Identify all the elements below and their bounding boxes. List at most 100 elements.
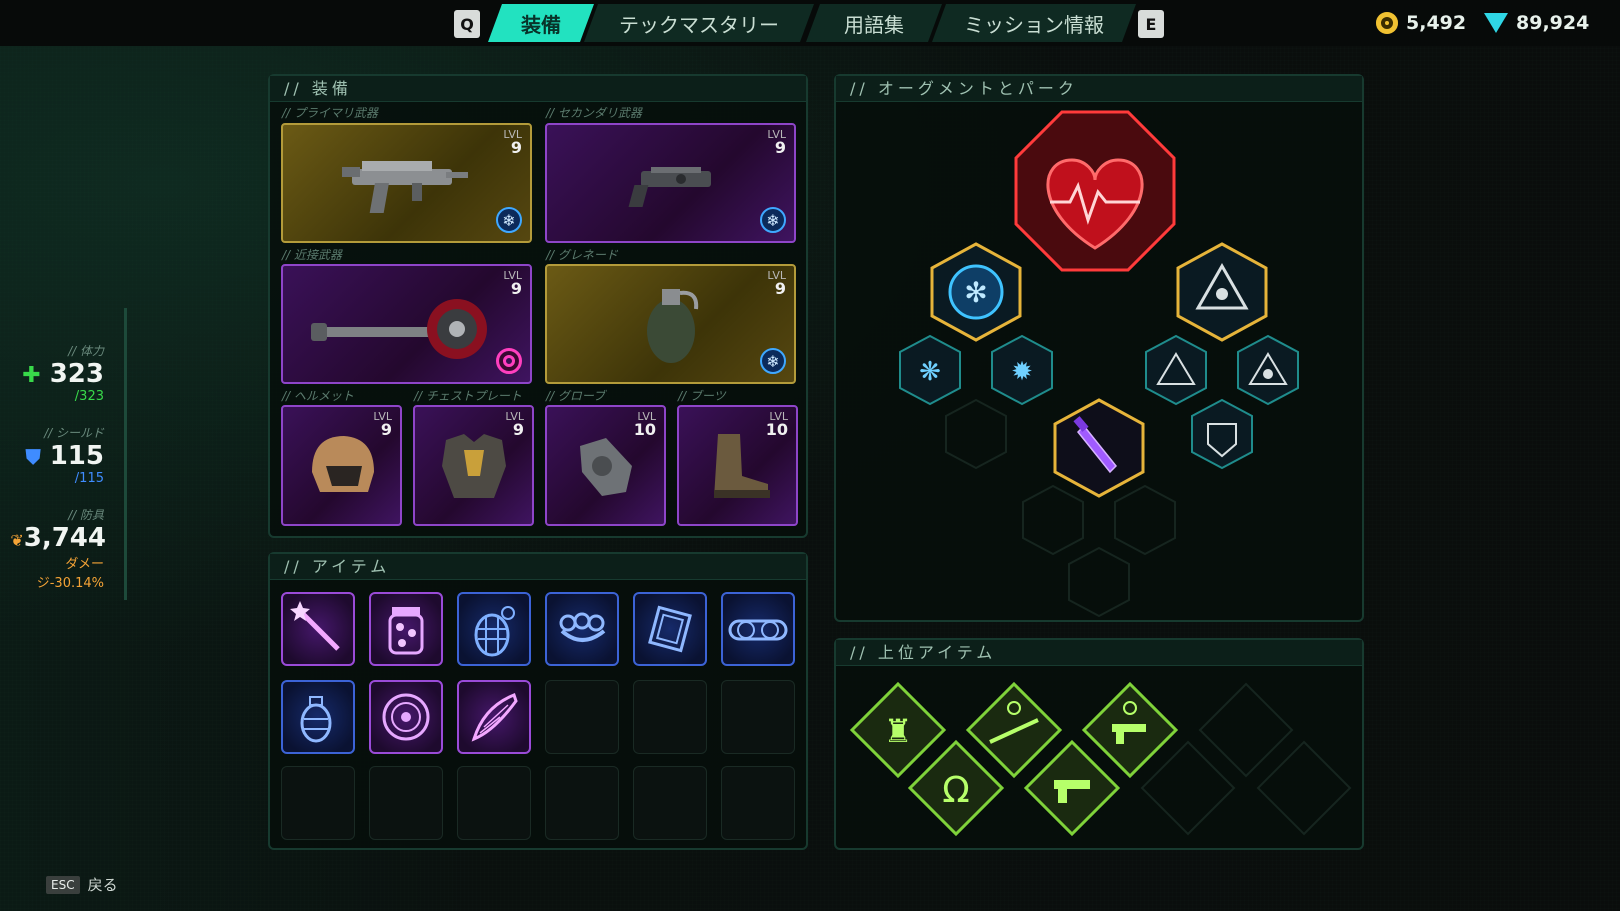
tab-mission-info[interactable]: ミッション情報 — [932, 4, 1136, 42]
tri-blade-icon[interactable] — [1176, 242, 1268, 342]
robot-icon[interactable]: ♜ — [849, 681, 947, 779]
augment-tree: ✻ ❋ ✹ — [899, 110, 1299, 618]
boots-label: // ブーツ — [678, 389, 726, 403]
item-slot-empty[interactable] — [633, 680, 707, 754]
empty-augment-slot[interactable] — [1114, 484, 1176, 556]
skull-tri-icon[interactable] — [1237, 334, 1299, 406]
shield-max: /115 — [74, 471, 104, 486]
player-stats: // 体力 ✚ 323 /323 // シールド ⛊ 115 /115 // 防… — [0, 310, 130, 591]
melee-weapon-label: // 近接武器 — [282, 248, 342, 262]
gem-currency: 89,924 — [1484, 12, 1589, 34]
rifle-keychain-icon[interactable] — [965, 681, 1063, 779]
item-slot-empty[interactable] — [633, 766, 707, 840]
item-grenade[interactable] — [281, 680, 355, 754]
empty-top-item-slot[interactable] — [1198, 682, 1294, 778]
helmet-slot[interactable]: LVL 9 — [281, 405, 402, 526]
helmet-label: // ヘルメット — [282, 389, 354, 403]
health-label: // 体力 — [68, 344, 104, 358]
pistol-keychain-icon[interactable] — [1081, 681, 1179, 779]
grenade-slot[interactable]: LVL 9 ❄ — [545, 264, 796, 384]
brass-knuckles-icon — [559, 612, 606, 642]
tab-tech-mastery[interactable]: テックマスタリー — [584, 4, 814, 42]
grenade-level: LVL 9 — [767, 269, 786, 298]
back-hint[interactable]: ESC 戻る — [46, 874, 118, 895]
augments-title: // オーグメントとパーク — [836, 76, 1362, 102]
item-slot-empty[interactable] — [369, 766, 443, 840]
empty-top-item-slot[interactable] — [1140, 740, 1236, 836]
secondary-weapon-level: LVL 9 — [767, 128, 786, 157]
grenade-icon — [300, 696, 332, 743]
omega-icon[interactable]: Ω — [907, 739, 1005, 837]
catch-net-icon — [471, 693, 518, 742]
esc-key[interactable]: ESC — [46, 875, 80, 894]
svg-text:✻: ✻ — [964, 276, 987, 309]
net-grenade-icon — [474, 606, 515, 657]
gloves-icon — [579, 437, 632, 496]
shield-value: ⛊ 115 — [25, 441, 104, 471]
frost-icon: ❄ — [760, 207, 786, 233]
pistol-icon — [628, 167, 711, 207]
primary-weapon-label: // プライマリ武器 — [282, 106, 378, 120]
secondary-weapon-label: // セカンダリ武器 — [546, 106, 642, 120]
pistol-icon[interactable] — [1023, 739, 1121, 837]
castle-shield-icon[interactable] — [1191, 398, 1253, 470]
chestplate-slot[interactable]: LVL 9 — [413, 405, 534, 526]
heart-icon[interactable] — [1014, 110, 1176, 272]
magic-wand-icon — [290, 601, 340, 651]
gem-icon — [1484, 13, 1508, 33]
empty-top-item-slot[interactable] — [1256, 740, 1352, 836]
item-slot-empty[interactable] — [721, 766, 795, 840]
prev-tab-key[interactable]: Q — [454, 10, 480, 38]
item-slot-empty[interactable] — [545, 680, 619, 754]
frost-icon: ❄ — [760, 348, 786, 374]
gloves-slot[interactable]: LVL 10 — [545, 405, 666, 526]
tab-glossary[interactable]: 用語集 — [806, 4, 942, 42]
frost-icon: ❄ — [496, 207, 522, 233]
item-armor-plate[interactable] — [633, 592, 707, 666]
background-grid — [0, 0, 1620, 911]
top-items-title: // 上位アイテム — [836, 640, 1362, 666]
armor-label: // 防具 — [68, 508, 104, 522]
frost-bug-icon[interactable]: ❋ — [899, 334, 961, 406]
boots-slot[interactable]: LVL 10 — [677, 405, 798, 526]
next-tab-key[interactable]: E — [1138, 10, 1164, 38]
item-candy-jar[interactable] — [369, 592, 443, 666]
armor-value: ❦3,744 — [10, 523, 106, 553]
tab-equipment[interactable]: 装備 — [488, 4, 594, 42]
svg-text:♜: ♜ — [884, 712, 913, 750]
shield-tank-icon[interactable] — [1145, 334, 1207, 406]
top-items-grid: ♜ Ω — [849, 681, 1352, 837]
grenade-icon — [646, 289, 698, 363]
goggles-icon — [728, 619, 788, 641]
item-slot-empty[interactable] — [457, 766, 531, 840]
item-net-grenade[interactable] — [457, 592, 531, 666]
gloves-label: // グローブ — [546, 389, 606, 403]
secondary-weapon-slot[interactable]: LVL 9 ❄ — [545, 123, 796, 243]
frost-burst-icon[interactable]: ✻ — [930, 242, 1022, 342]
health-plus-icon: ✚ — [22, 363, 41, 388]
empty-augment-slot[interactable] — [1068, 546, 1130, 618]
frost-shard-icon[interactable]: ✹ — [991, 334, 1053, 406]
primary-weapon-slot[interactable]: LVL 9 ❄ — [281, 123, 532, 243]
item-slot-empty[interactable] — [281, 766, 355, 840]
items-title: // アイテム — [270, 554, 806, 580]
shield-label: // シールド — [44, 426, 104, 440]
item-catch-net[interactable] — [457, 680, 531, 754]
svg-text:✹: ✹ — [1011, 357, 1033, 387]
empty-augment-slot[interactable] — [1022, 484, 1084, 556]
health-value: ✚ 323 — [22, 359, 104, 389]
item-slot-empty[interactable] — [721, 680, 795, 754]
shield-icon: ⛊ — [25, 445, 41, 469]
empty-augment-slot[interactable] — [945, 398, 1007, 470]
candy-jar-icon — [388, 607, 424, 655]
item-magic-wand[interactable] — [281, 592, 355, 666]
item-brass-knuckles[interactable] — [545, 592, 619, 666]
boots-icon — [713, 433, 770, 498]
svg-text:Ω: Ω — [942, 770, 970, 811]
dagger-icon[interactable] — [1053, 398, 1145, 498]
grenade-label: // グレネード — [546, 248, 618, 262]
item-goggles[interactable] — [721, 592, 795, 666]
item-slot-empty[interactable] — [545, 766, 619, 840]
item-disc[interactable] — [369, 680, 443, 754]
melee-weapon-slot[interactable]: LVL 9 — [281, 264, 532, 384]
